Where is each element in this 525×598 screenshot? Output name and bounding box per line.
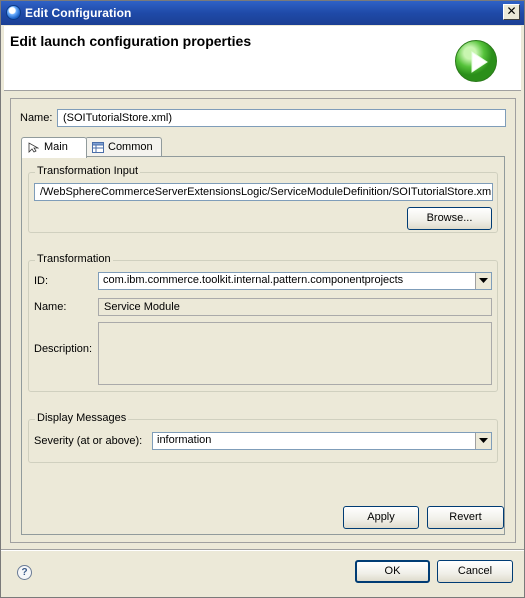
revert-button[interactable]: Revert [427,506,504,529]
browse-button[interactable]: Browse... [407,207,492,230]
transformation-input-title: Transformation Input [35,165,141,177]
severity-label: Severity (at or above): [34,435,143,447]
display-messages-group: Display Messages Severity (at or above):… [28,412,498,463]
display-messages-title: Display Messages [35,412,129,424]
transformation-group: Transformation ID: com.ibm.commerce.tool… [28,253,498,392]
cancel-button[interactable]: Cancel [437,560,513,583]
transformation-description-field [98,322,492,385]
severity-dropdown[interactable]: information [152,432,492,450]
transformation-name-label: Name: [34,301,67,313]
transformation-title: Transformation [35,253,113,265]
transformation-id-label: ID: [34,275,49,287]
chevron-down-icon[interactable] [475,273,491,289]
tab-main[interactable]: Main [21,137,87,158]
header-banner: Edit launch configuration properties [4,26,521,91]
edit-configuration-dialog: Edit Configuration ✕ Edit launch configu… [0,0,525,598]
apply-button[interactable]: Apply [343,506,419,529]
transformation-id-dropdown[interactable]: com.ibm.commerce.toolkit.internal.patter… [98,272,492,290]
transformation-id-value: com.ibm.commerce.toolkit.internal.patter… [103,274,404,286]
configuration-panel: Name: (SOITutorialStore.xml) Main Common… [10,98,516,543]
transformation-description-label: Description: [34,343,93,355]
tab-common-label: Common [108,141,153,153]
run-play-icon [455,40,497,82]
app-icon [6,5,21,20]
separator-highlight [1,550,524,551]
close-button[interactable]: ✕ [503,4,520,20]
ok-button[interactable]: OK [355,560,430,583]
window-title: Edit Configuration [25,6,132,20]
common-tab-icon [92,142,104,153]
main-tab-icon [28,142,40,153]
tab-common[interactable]: Common [85,137,162,157]
transformation-name-field: Service Module [98,298,492,316]
name-label: Name: [20,112,53,124]
name-input[interactable]: (SOITutorialStore.xml) [57,109,506,127]
transformation-input-group: Transformation Input /WebSphereCommerceS… [28,165,498,233]
transformation-input-path[interactable]: /WebSphereCommerceServerExtensionsLogic/… [34,183,493,201]
tab-content-main: Transformation Input /WebSphereCommerceS… [21,156,505,535]
title-bar[interactable]: Edit Configuration ✕ [1,1,524,25]
help-icon[interactable]: ? [17,565,32,580]
chevron-down-icon[interactable] [475,433,491,449]
severity-value: information [157,434,212,446]
dialog-heading: Edit launch configuration properties [10,33,252,49]
tab-main-label: Main [44,141,68,153]
